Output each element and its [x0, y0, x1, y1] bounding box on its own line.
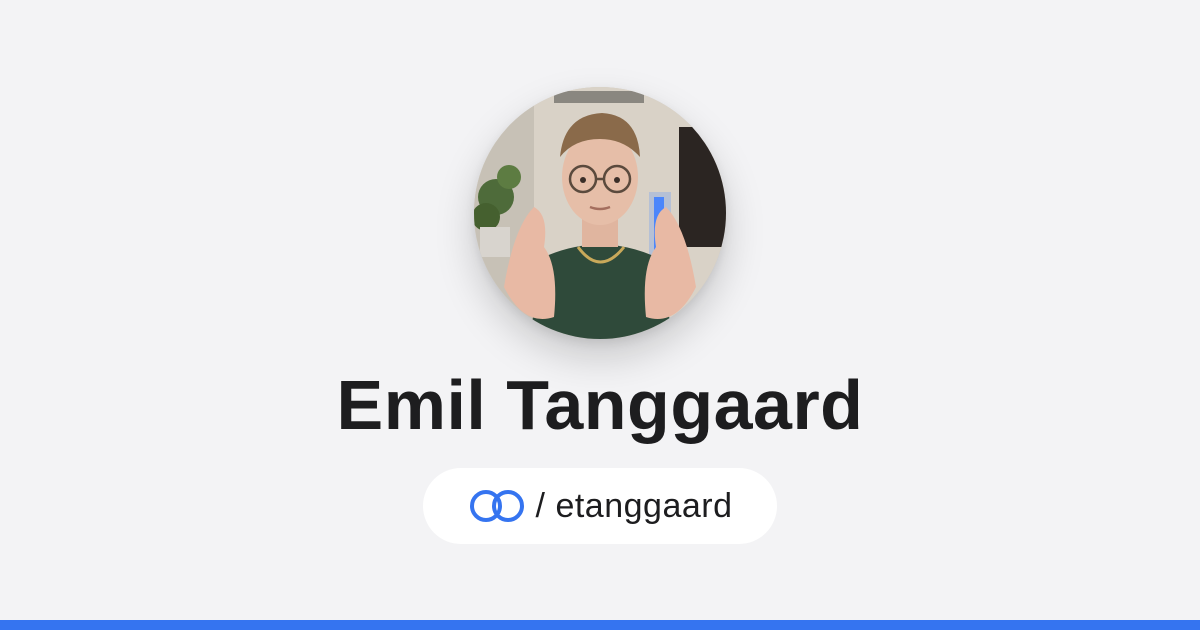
- profile-avatar: [474, 87, 726, 339]
- handle-separator: /: [535, 486, 546, 525]
- handle-username: etanggaard: [555, 486, 733, 525]
- profile-name: Emil Tanggaard: [336, 366, 864, 444]
- bottom-accent-bar: [0, 620, 1200, 630]
- handle-pill[interactable]: / etanggaard: [423, 468, 777, 544]
- linked-rings-icon: [468, 488, 526, 524]
- avatar-photo: [474, 87, 726, 339]
